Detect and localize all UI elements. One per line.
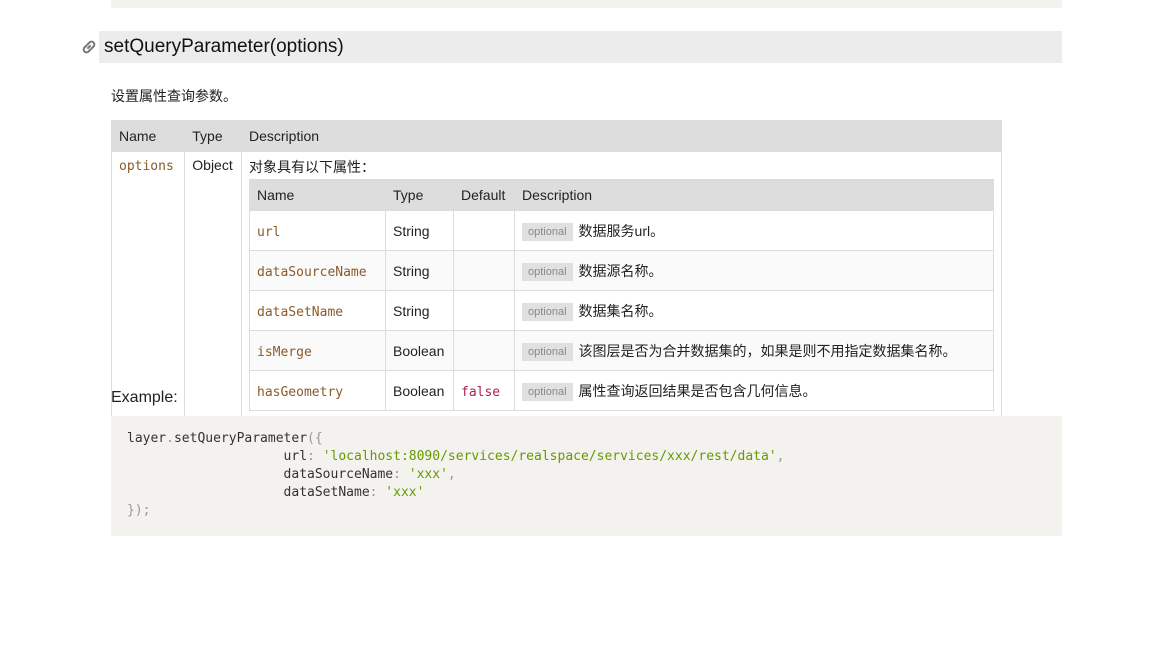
param-type: Object xyxy=(184,151,242,417)
prop-name: dataSourceName xyxy=(249,250,386,291)
optional-badge: optional xyxy=(522,383,573,402)
params-header-row: Name Type Description xyxy=(110,120,1002,152)
prop-name: isMerge xyxy=(249,330,386,371)
prop-default xyxy=(453,210,515,251)
optional-badge: optional xyxy=(522,303,573,322)
table-row: isMerge Boolean optional 该图层是否为合并数据集的，如果是… xyxy=(249,330,994,371)
param-description-cell: 对象具有以下属性： Name Type Default Description … xyxy=(241,151,1002,417)
prop-type: Boolean xyxy=(385,330,454,371)
prop-header-type: Type xyxy=(385,179,454,211)
prop-header-default: Default xyxy=(453,179,515,211)
prop-type: String xyxy=(385,250,454,291)
prop-header-name: Name xyxy=(249,179,386,211)
properties-table: Name Type Default Description url String… xyxy=(249,179,994,411)
optional-badge: optional xyxy=(522,263,573,282)
header-name: Name xyxy=(110,120,186,152)
table-row: url String optional 数据服务url。 xyxy=(249,210,994,251)
table-row: dataSourceName String optional 数据源名称。 xyxy=(249,250,994,291)
prop-type: String xyxy=(385,210,454,251)
prop-default xyxy=(453,330,515,371)
prop-default xyxy=(453,290,515,331)
link-icon[interactable] xyxy=(80,38,98,56)
properties-header-row: Name Type Default Description xyxy=(249,179,994,211)
method-description: 设置属性查询参数。 xyxy=(111,88,237,104)
prop-type: String xyxy=(385,290,454,331)
prop-name: hasGeometry xyxy=(249,370,386,411)
header-type: Type xyxy=(184,120,242,152)
table-row: hasGeometry Boolean false optional 属性查询返回… xyxy=(249,370,994,411)
header-description: Description xyxy=(241,120,1002,152)
prop-description: optional 数据集名称。 xyxy=(514,290,994,331)
optional-badge: optional xyxy=(522,223,573,242)
example-label: Example: xyxy=(111,389,178,406)
code-example[interactable]: layer.setQueryParameter({ url: 'localhos… xyxy=(111,416,1062,536)
param-description: 对象具有以下属性： xyxy=(249,159,375,175)
prop-description: optional 数据服务url。 xyxy=(514,210,994,251)
previous-code-block-end xyxy=(111,0,1062,8)
prop-description: optional 数据源名称。 xyxy=(514,250,994,291)
prop-default: false xyxy=(453,370,515,411)
prop-name: dataSetName xyxy=(249,290,386,331)
params-table: Name Type Description options Object 对象具… xyxy=(110,120,1002,417)
prop-name: url xyxy=(249,210,386,251)
prop-default xyxy=(453,250,515,291)
prop-description: optional 该图层是否为合并数据集的，如果是则不用指定数据集名称。 xyxy=(514,330,994,371)
optional-badge: optional xyxy=(522,343,573,362)
method-title: setQueryParameter(options) xyxy=(104,36,344,57)
param-name: options xyxy=(110,151,186,417)
table-row: dataSetName String optional 数据集名称。 xyxy=(249,290,994,331)
table-row: options Object 对象具有以下属性： Name Type Defau… xyxy=(110,151,1002,417)
prop-description: optional 属性查询返回结果是否包含几何信息。 xyxy=(514,370,994,411)
prop-type: Boolean xyxy=(385,370,454,411)
prop-header-description: Description xyxy=(514,179,994,211)
